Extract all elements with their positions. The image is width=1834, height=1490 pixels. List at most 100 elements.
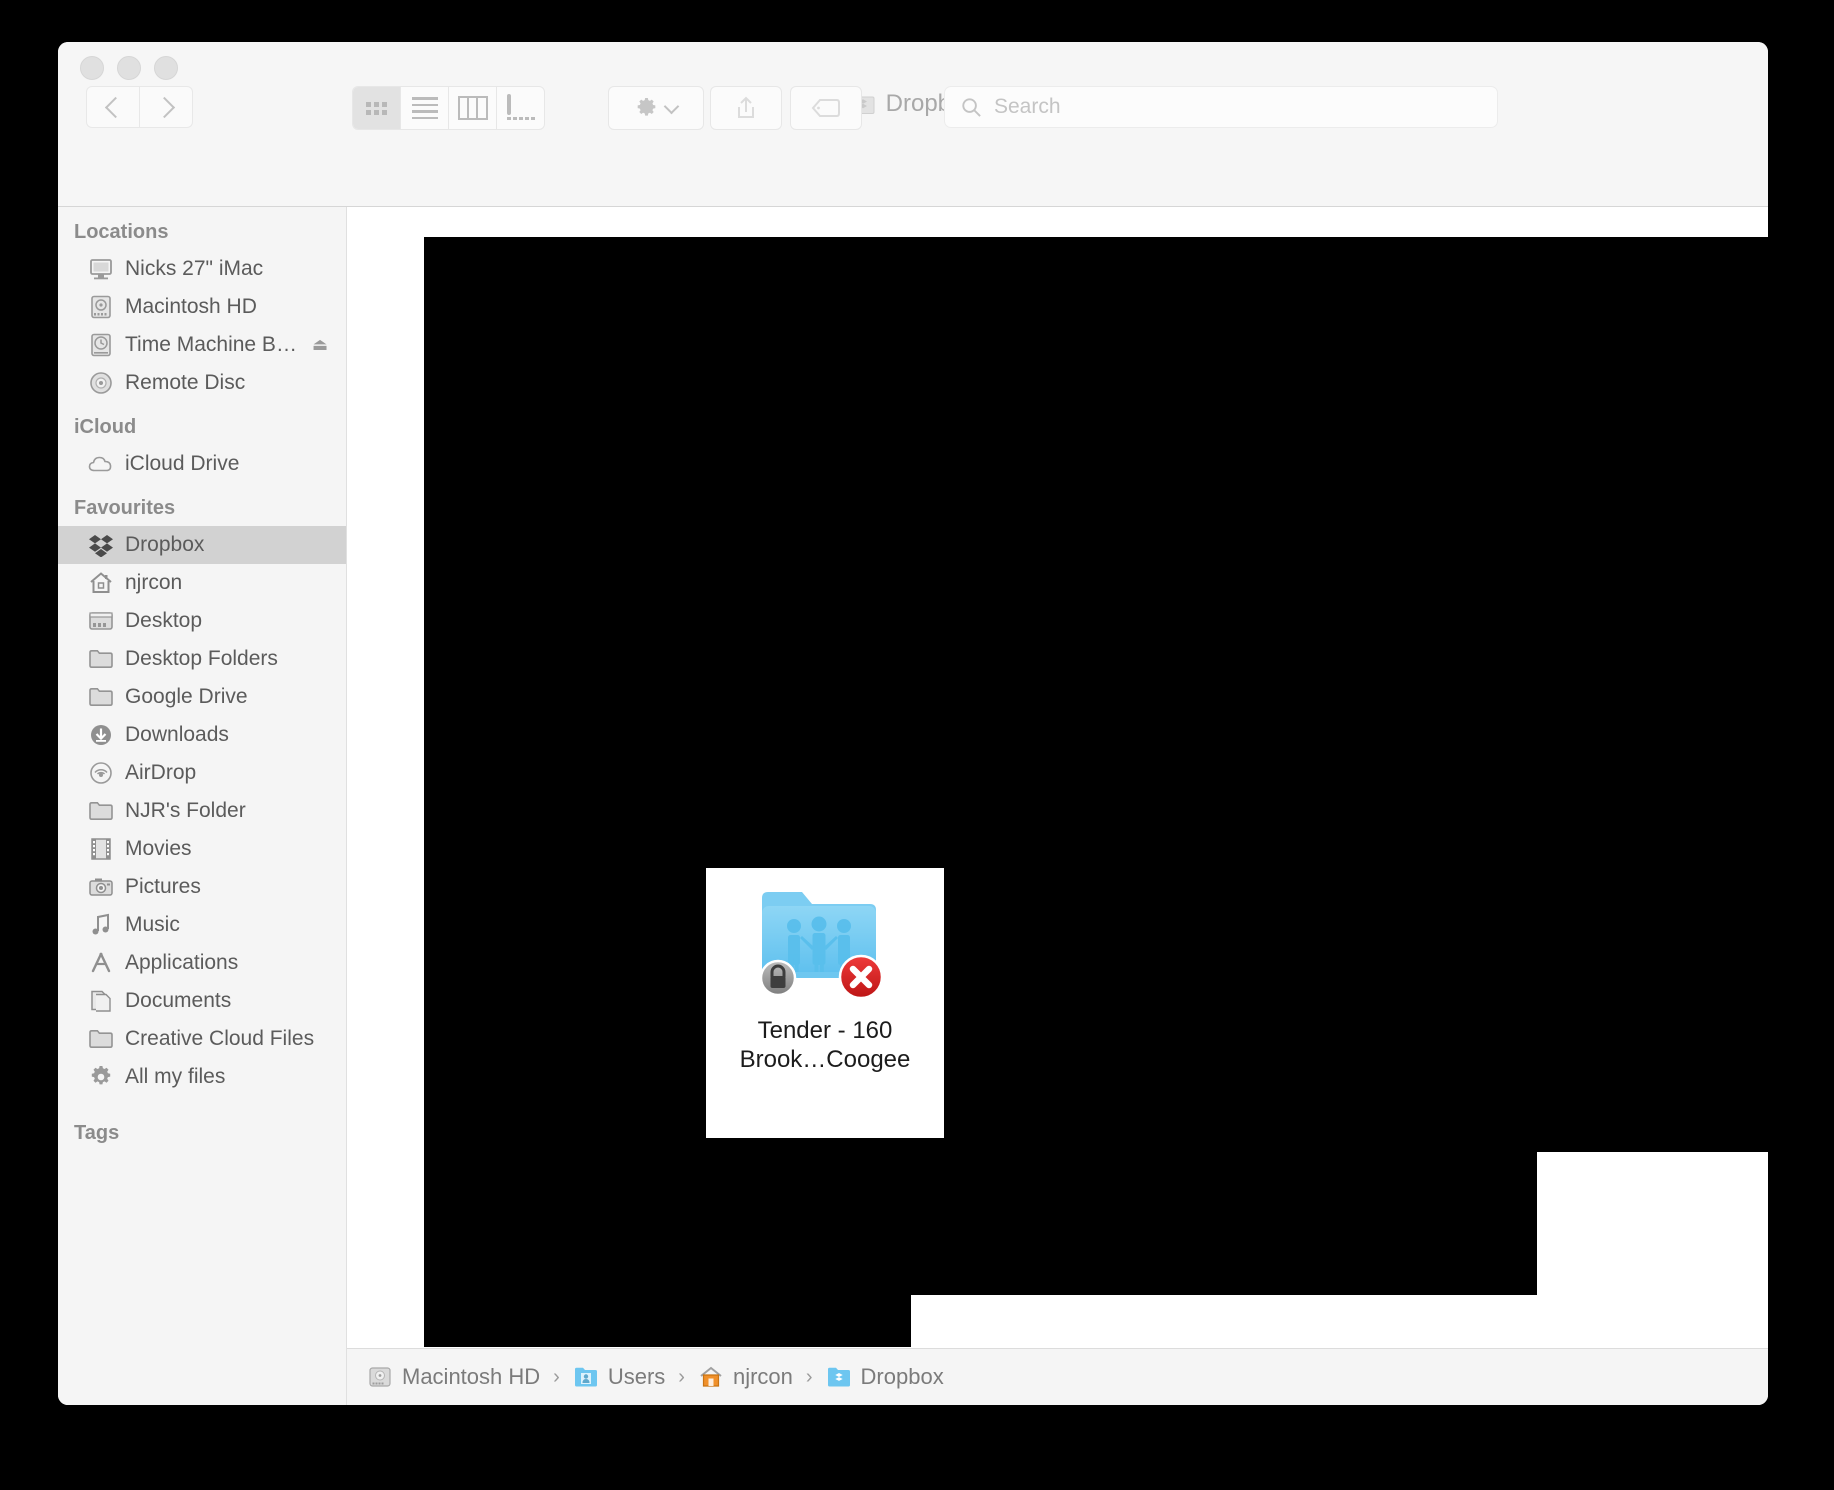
sidebar-item-desktop[interactable]: Desktop — [58, 602, 346, 640]
minimize-button[interactable] — [117, 56, 141, 80]
sidebar-item-label: Remote Disc — [125, 371, 245, 395]
sidebar-item-label: Macintosh HD — [125, 295, 257, 319]
folder-icon — [88, 798, 114, 824]
breadcrumb[interactable]: Macintosh HD › Users › njrcon › Dropbox — [347, 1348, 1768, 1405]
sidebar-item-label: Movies — [125, 837, 192, 861]
page-title: Dropbox — [58, 90, 1768, 118]
gear-icon — [88, 1064, 114, 1090]
disc-icon — [88, 370, 114, 396]
grid-icon — [366, 102, 387, 115]
search-input[interactable]: Search — [944, 86, 1498, 128]
sidebar-item-njrs-folder[interactable]: NJR's Folder — [58, 792, 346, 830]
sidebar-item-creative-cloud-files[interactable]: Creative Cloud Files — [58, 1020, 346, 1058]
breadcrumb-separator: › — [806, 1366, 813, 1389]
sidebar[interactable]: Locations Nicks 27" iMac Macintosh HD Ti… — [58, 207, 347, 1405]
sidebar-item-label: Desktop — [125, 609, 202, 633]
sidebar-section-tags: Tags — [58, 1096, 346, 1151]
finder-window: Dropbox — [58, 42, 1768, 1405]
close-button[interactable] — [80, 56, 104, 80]
list-icon — [412, 97, 438, 119]
sidebar-item-music[interactable]: Music — [58, 906, 346, 944]
sidebar-item-label: All my files — [125, 1065, 225, 1089]
sidebar-item-label: Google Drive — [125, 685, 248, 709]
pictures-icon — [88, 874, 114, 900]
music-icon — [88, 912, 114, 938]
shared-folder-icon — [750, 880, 900, 1002]
file-name-label: Tender - 160 Brook…Coogee — [720, 1016, 930, 1074]
sidebar-item-label: Applications — [125, 951, 238, 975]
sidebar-item-movies[interactable]: Movies — [58, 830, 346, 868]
hard-drive-icon — [367, 1364, 393, 1390]
sidebar-item-macintosh-hd[interactable]: Macintosh HD — [58, 288, 346, 326]
breadcrumb-label: Users — [608, 1364, 665, 1390]
sidebar-section-favourites: Favourites — [58, 483, 346, 526]
sidebar-item-label: AirDrop — [125, 761, 196, 785]
sidebar-item-desktop-folders[interactable]: Desktop Folders — [58, 640, 346, 678]
sidebar-item-njrcon[interactable]: njrcon — [58, 564, 346, 602]
sidebar-item-dropbox[interactable]: Dropbox — [58, 526, 346, 564]
hard-drive-icon — [88, 294, 114, 320]
render-artifact-block — [424, 977, 1768, 1152]
folder-icon — [88, 684, 114, 710]
documents-icon — [88, 988, 114, 1014]
sidebar-item-time-machine-backup[interactable]: Time Machine B… ⏏ — [58, 326, 346, 364]
gear-icon — [635, 97, 658, 120]
zoom-button[interactable] — [154, 56, 178, 80]
sidebar-item-label: iCloud Drive — [125, 452, 239, 476]
breadcrumb-item-dropbox[interactable]: Dropbox — [826, 1364, 944, 1390]
sidebar-item-label: njrcon — [125, 571, 182, 595]
render-artifact-block — [424, 237, 1768, 977]
sidebar-item-label: Pictures — [125, 875, 201, 899]
sidebar-item-all-my-files[interactable]: All my files — [58, 1058, 346, 1096]
search-placeholder: Search — [994, 95, 1061, 119]
share-button[interactable] — [710, 86, 782, 130]
sidebar-item-google-drive[interactable]: Google Drive — [58, 678, 346, 716]
sidebar-item-label: Documents — [125, 989, 231, 1013]
column-view-button[interactable] — [449, 87, 497, 129]
downloads-icon — [88, 722, 114, 748]
sidebar-item-applications[interactable]: Applications — [58, 944, 346, 982]
error-x-badge — [840, 956, 882, 998]
breadcrumb-separator: › — [553, 1366, 560, 1389]
imac-icon — [88, 256, 114, 282]
desktop-icon — [88, 608, 114, 634]
list-view-button[interactable] — [401, 87, 449, 129]
cloud-icon — [88, 451, 114, 477]
sidebar-section-locations: Locations — [58, 207, 346, 250]
sidebar-item-airdrop[interactable]: AirDrop — [58, 754, 346, 792]
sidebar-section-icloud: iCloud — [58, 402, 346, 445]
sidebar-item-documents[interactable]: Documents — [58, 982, 346, 1020]
icon-view-button[interactable] — [353, 87, 401, 129]
eject-icon[interactable]: ⏏ — [312, 335, 328, 355]
sidebar-item-pictures[interactable]: Pictures — [58, 868, 346, 906]
folder-icon — [88, 1026, 114, 1052]
home-icon — [88, 570, 114, 596]
columns-icon — [458, 96, 488, 120]
tag-icon — [811, 98, 841, 118]
sidebar-item-downloads[interactable]: Downloads — [58, 716, 346, 754]
dropbox-icon — [88, 532, 114, 558]
file-item[interactable]: Tender - 160 Brook…Coogee — [706, 868, 944, 1138]
gallery-view-button[interactable] — [497, 87, 544, 129]
sidebar-item-label: Creative Cloud Files — [125, 1027, 314, 1051]
dropbox-folder-icon — [826, 1364, 852, 1390]
applications-icon — [88, 950, 114, 976]
breadcrumb-item-users[interactable]: Users — [573, 1364, 665, 1390]
sidebar-item-label: Downloads — [125, 723, 229, 747]
sidebar-item-remote-disc[interactable]: Remote Disc — [58, 364, 346, 402]
breadcrumb-item-njrcon[interactable]: njrcon — [698, 1364, 793, 1390]
render-artifact-block — [911, 1152, 1537, 1295]
breadcrumb-separator: › — [678, 1366, 685, 1389]
toolbar-label-strip: Back/Forward View Action Share Edit Tags… — [58, 162, 1768, 207]
edit-tags-button[interactable] — [790, 86, 862, 130]
lock-badge — [761, 961, 795, 995]
breadcrumb-item-macintosh-hd[interactable]: Macintosh HD — [367, 1364, 540, 1390]
file-list-area[interactable]: Tender - 160 Brook…Coogee — [347, 207, 1768, 1347]
view-mode-segmented-control[interactable] — [352, 86, 545, 130]
sidebar-item-label: NJR's Folder — [125, 799, 246, 823]
sidebar-item-icloud-drive[interactable]: iCloud Drive — [58, 445, 346, 483]
action-button[interactable] — [608, 86, 704, 130]
sidebar-item-label: Nicks 27" iMac — [125, 257, 263, 281]
sidebar-item-nicks-imac[interactable]: Nicks 27" iMac — [58, 250, 346, 288]
users-folder-icon — [573, 1364, 599, 1390]
